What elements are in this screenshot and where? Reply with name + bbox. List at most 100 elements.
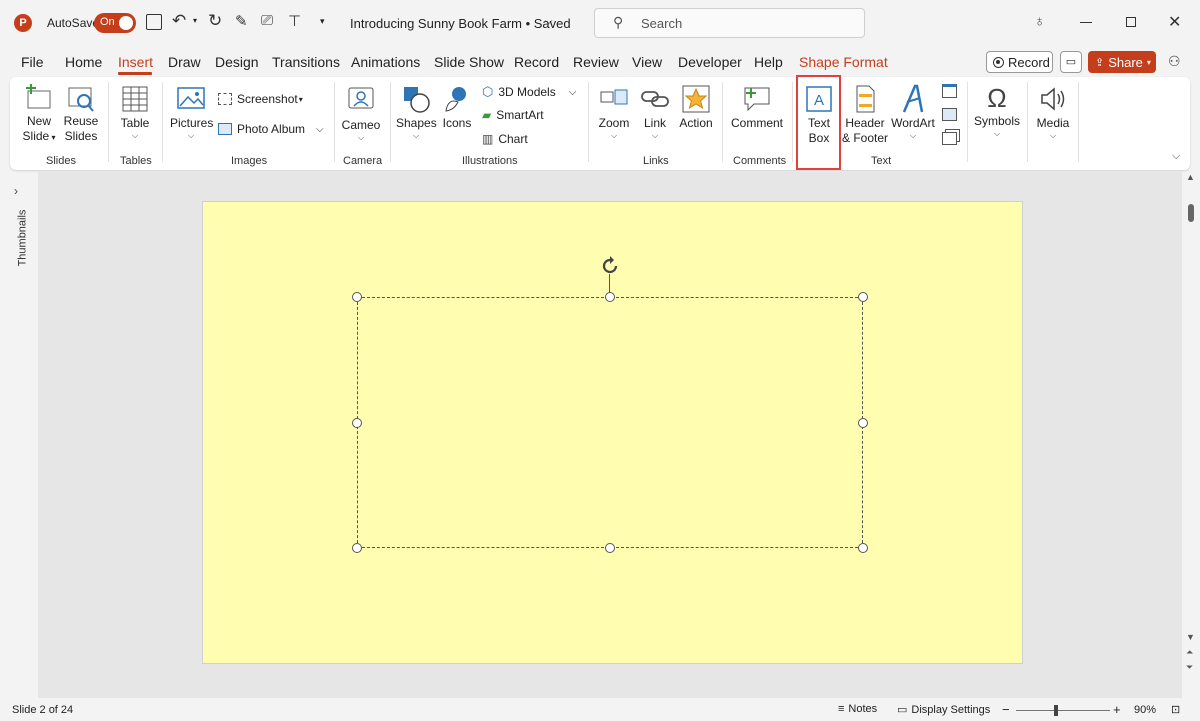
pictures-button[interactable]: Pictures ⌵ — [170, 84, 214, 141]
rotate-handle-icon[interactable] — [599, 255, 621, 277]
resize-handle-top-right[interactable] — [858, 292, 868, 302]
action-button[interactable]: Action — [676, 84, 716, 131]
tab-animations[interactable]: Animations — [351, 54, 420, 70]
ribbon-collapse-icon[interactable]: ⌵ — [1172, 150, 1180, 163]
resize-handle-top[interactable] — [605, 292, 615, 302]
record-button[interactable]: Record — [986, 51, 1053, 73]
coauthor-icon[interactable]: ⚇ — [1168, 53, 1181, 70]
format-painter-icon[interactable]: ✎ — [235, 12, 248, 30]
scroll-up-icon[interactable]: ▲ — [1186, 172, 1195, 182]
next-slide-icon[interactable]: ⏷ — [1186, 662, 1193, 673]
tab-help[interactable]: Help — [754, 54, 783, 70]
text-box-label-1: Text — [807, 116, 830, 130]
date-time-icon[interactable] — [942, 84, 957, 98]
resize-handle-left[interactable] — [352, 417, 362, 428]
screenshot-dropdown-icon: ▾ — [298, 94, 303, 104]
media-button[interactable]: Media ⌵ — [1033, 84, 1073, 141]
zoom-level[interactable]: 90% — [1134, 704, 1156, 716]
comment-button[interactable]: Comment — [728, 84, 786, 131]
reuse-slides-button[interactable]: Reuse Slides — [62, 84, 100, 144]
scroll-thumb[interactable] — [1188, 204, 1194, 222]
smartart-icon: ▰ — [482, 108, 492, 122]
photo-album-button[interactable]: Photo Album ⌵ — [218, 122, 324, 136]
resize-handle-bottom-right[interactable] — [858, 543, 868, 553]
comment-icon — [744, 87, 770, 112]
pictures-label: Pictures — [170, 116, 214, 130]
tab-insert[interactable]: Insert — [118, 54, 153, 70]
redo-icon[interactable]: ↻ — [208, 11, 222, 31]
text-box-button[interactable]: A Text Box — [800, 84, 838, 146]
table-button[interactable]: Table ⌵ — [117, 84, 153, 141]
undo-icon[interactable]: ↶ — [172, 11, 186, 31]
wordart-button[interactable]: WordArt ⌵ — [891, 84, 935, 141]
media-label: Media — [1036, 116, 1070, 130]
tab-file[interactable]: File — [21, 54, 44, 70]
tab-home[interactable]: Home — [65, 54, 102, 70]
zoom-out-icon[interactable]: − — [1002, 702, 1010, 717]
lightbulb-icon[interactable]: ♁ — [1034, 13, 1045, 30]
tab-draw[interactable]: Draw — [168, 54, 201, 70]
presenter-icon[interactable]: ⎚ — [261, 12, 273, 29]
new-slide-button[interactable]: New Slide ▾ — [19, 84, 59, 145]
comments-icon[interactable]: ▭ — [1060, 51, 1082, 73]
undo-dropdown-icon[interactable]: ▾ — [193, 16, 197, 25]
shapes-button[interactable]: Shapes ⌵ — [396, 84, 437, 141]
zoom-slider-thumb[interactable] — [1054, 705, 1058, 716]
fit-slide-icon[interactable]: ⊡ — [1171, 703, 1180, 716]
title-dropdown-icon[interactable]: ⌵ — [545, 16, 553, 27]
cube-icon: ⬡ — [482, 84, 494, 99]
object-icon[interactable] — [942, 132, 957, 145]
document-title[interactable]: Introducing Sunny Book Farm • Saved — [350, 16, 571, 31]
vertical-scrollbar[interactable]: ▲ ▼ ⏶ ⏷ — [1182, 172, 1200, 698]
header-footer-button[interactable]: Header & Footer — [842, 84, 888, 146]
zoom-in-icon[interactable]: + — [1113, 702, 1121, 717]
maximize-icon[interactable] — [1126, 17, 1136, 27]
resize-handle-right[interactable] — [858, 417, 868, 428]
autosave-toggle[interactable]: On — [94, 13, 136, 33]
resize-handle-top-left[interactable] — [352, 292, 362, 302]
group-label-tables: Tables — [120, 155, 152, 167]
tab-shape-format[interactable]: Shape Format — [799, 54, 888, 70]
present-from-start-icon[interactable]: ⊤ — [288, 12, 301, 30]
link-button[interactable]: Link ⌵ — [638, 84, 672, 141]
icons-button[interactable]: Icons — [440, 84, 474, 131]
cameo-button[interactable]: Cameo ⌵ — [341, 84, 381, 143]
autosave-label: AutoSave — [47, 16, 100, 30]
zoom-slider[interactable] — [1016, 705, 1110, 716]
thumbnails-pane[interactable]: › Thumbnails — [0, 172, 38, 698]
3d-models-button[interactable]: ⬡ 3D Models ⌵ — [482, 84, 576, 100]
scroll-down-icon[interactable]: ▼ — [1186, 632, 1195, 642]
previous-slide-icon[interactable]: ⏶ — [1186, 647, 1193, 658]
smartart-button[interactable]: ▰ SmartArt — [482, 108, 544, 122]
customize-qat-icon[interactable]: ▾ — [320, 16, 325, 27]
symbols-button[interactable]: Ω Symbols ⌵ — [974, 84, 1020, 139]
minimize-icon[interactable] — [1080, 22, 1092, 23]
resize-handle-bottom-left[interactable] — [352, 543, 362, 553]
smartart-label: SmartArt — [496, 108, 544, 122]
slide-number-icon[interactable] — [942, 108, 957, 121]
share-button[interactable]: ⇪ Share ▾ — [1088, 51, 1156, 73]
text-box-icon: A — [806, 86, 832, 112]
resize-handle-bottom[interactable] — [605, 543, 615, 553]
notes-button[interactable]: ≡ Notes — [838, 703, 877, 715]
chart-button[interactable]: ▥ Chart — [482, 132, 528, 146]
tab-record[interactable]: Record — [514, 54, 559, 70]
tab-developer[interactable]: Developer — [678, 54, 742, 70]
save-icon[interactable] — [146, 14, 162, 30]
screenshot-button[interactable]: Screenshot ▾ — [218, 92, 303, 106]
expand-thumbnails-icon[interactable]: › — [14, 184, 18, 198]
search-box[interactable]: ⚲ Search — [594, 8, 865, 38]
toggle-knob — [119, 16, 133, 30]
zoom-button[interactable]: Zoom ⌵ — [596, 84, 632, 141]
new-slide-icon — [26, 84, 51, 109]
tab-slide-show[interactable]: Slide Show — [434, 54, 504, 70]
display-settings-button[interactable]: ▭ Display Settings — [897, 703, 990, 717]
tab-review[interactable]: Review — [573, 54, 619, 70]
tab-view[interactable]: View — [632, 54, 662, 70]
close-icon[interactable]: ✕ — [1168, 12, 1181, 32]
wordart-dropdown-icon: ⌵ — [909, 131, 917, 140]
tab-design[interactable]: Design — [215, 54, 259, 70]
text-box-selection[interactable] — [357, 297, 863, 548]
tab-transitions[interactable]: Transitions — [272, 54, 340, 70]
screenshot-icon — [218, 93, 232, 105]
